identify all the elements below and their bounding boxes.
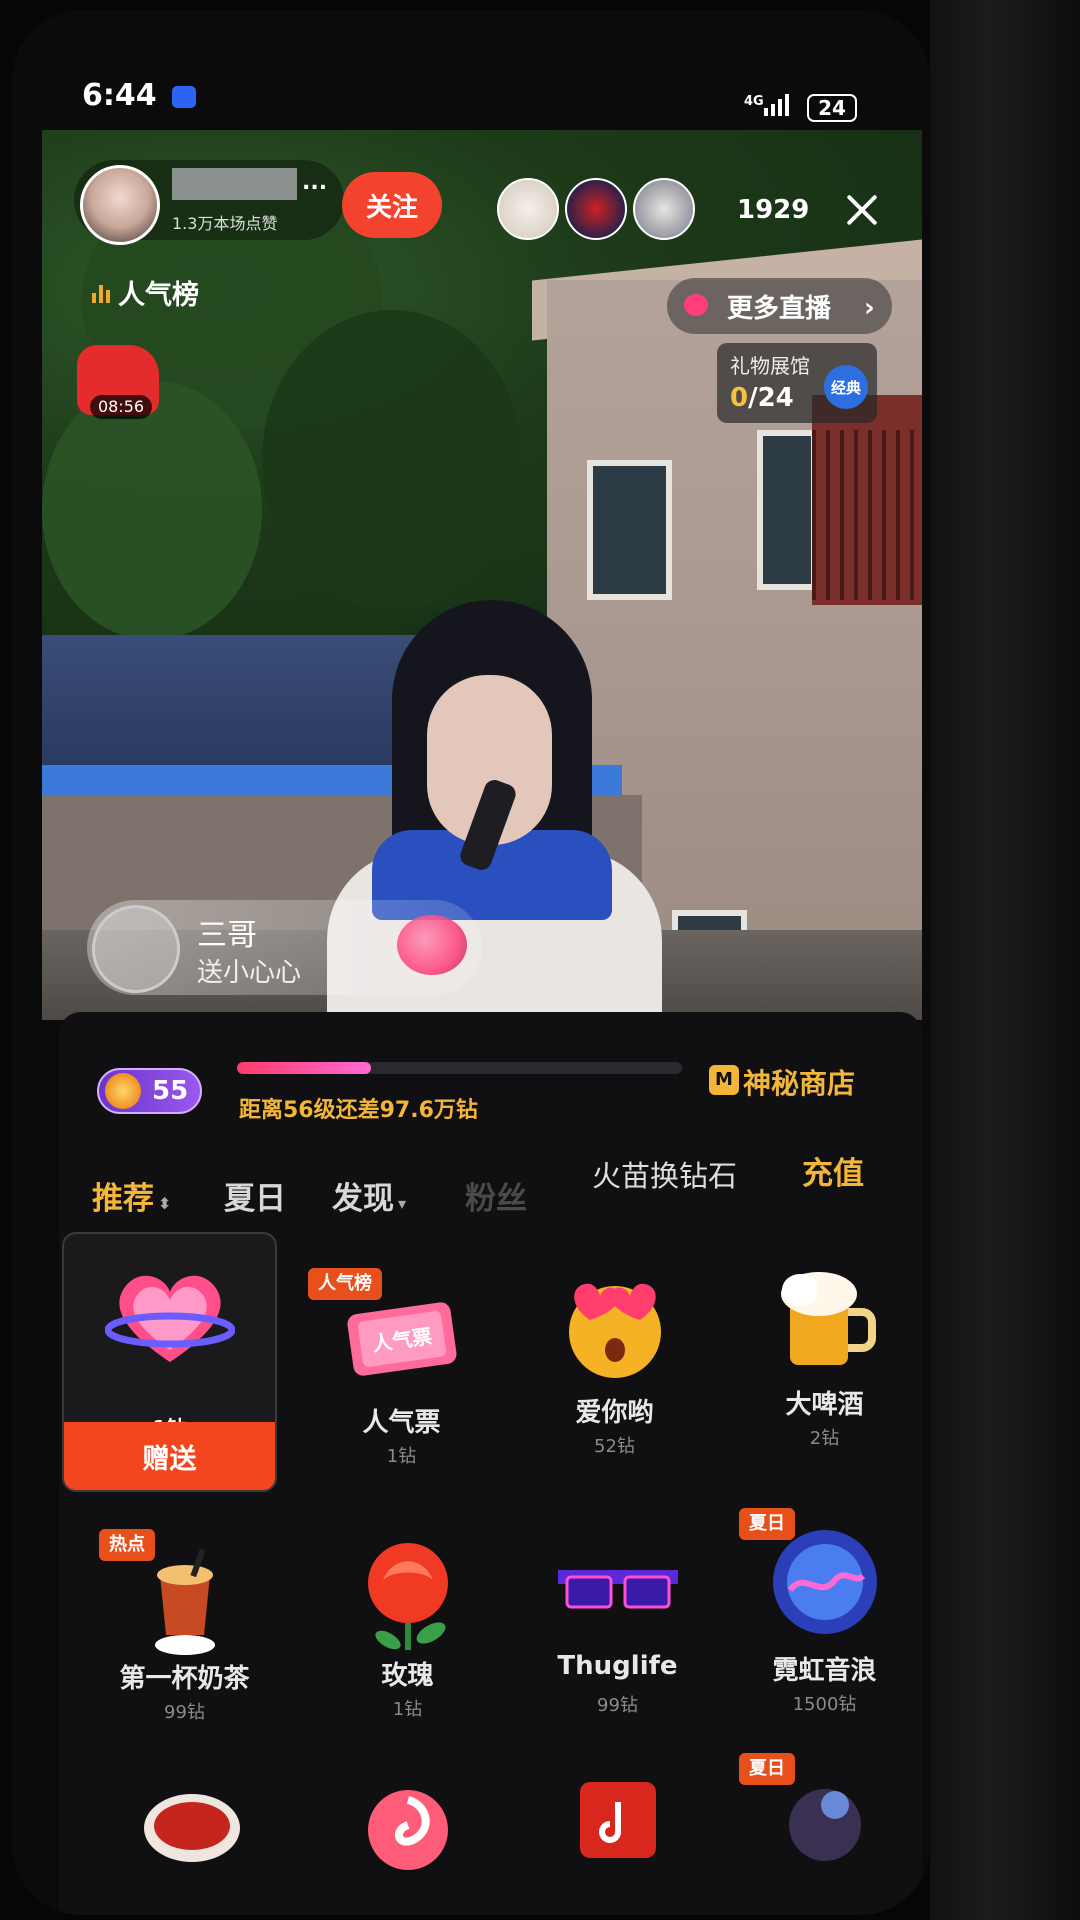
level-progress-fill	[237, 1062, 371, 1074]
gift-price: 52钻	[594, 1436, 635, 1457]
level-progress-text: 距离56级还差97.6万钻	[239, 1098, 478, 1123]
phone-screen: 6:44 4G 24 ... 1.3万本场点赞 关注 1929 人气榜 更多直播…	[12, 10, 930, 1915]
building-window	[587, 460, 672, 600]
gift-item[interactable]: 爱你哟 52钻	[507, 1232, 722, 1492]
level-medal-icon	[105, 1073, 141, 1109]
gift-name: 人气票	[362, 1408, 441, 1438]
rose-icon	[367, 1543, 448, 1650]
gift-item[interactable]: Thuglife 99钻	[510, 1525, 725, 1785]
building-window	[757, 430, 817, 590]
gift-name: 爱你哟	[575, 1398, 654, 1428]
heart-icon	[684, 294, 708, 316]
gift-sender-name: 三哥	[197, 918, 257, 953]
small-heart-gift-icon	[397, 915, 467, 975]
status-time: 6:44	[82, 78, 157, 113]
gift-price: 99钻	[597, 1695, 638, 1716]
bar-chart-icon	[92, 283, 110, 303]
gift-name: 第一杯奶茶	[119, 1664, 250, 1694]
live-video[interactable]	[42, 130, 922, 1020]
gift-item[interactable]: 夏日	[717, 1745, 930, 1895]
gift-item[interactable]: 玫瑰 1钻	[300, 1525, 515, 1785]
gift-item[interactable]	[510, 1780, 725, 1900]
tab-discover[interactable]: 发现 ▾	[332, 1173, 406, 1218]
gift-price: 2钻	[809, 1428, 840, 1449]
gift-hall-progress: 0/24	[730, 383, 794, 413]
gift-item[interactable]: 夏日 霓虹音浪 1500钻	[717, 1500, 930, 1760]
gift-name: 玫瑰	[381, 1661, 434, 1691]
recharge-button[interactable]: 充值	[802, 1148, 864, 1193]
sort-icon: ⬍	[158, 1194, 172, 1213]
more-live-label: 更多直播	[727, 293, 832, 324]
douyin-card-icon	[579, 1782, 656, 1858]
gift-price: 1钻	[386, 1446, 417, 1467]
flower-bouquet-icon	[143, 1794, 240, 1862]
beer-mug-icon	[780, 1272, 876, 1365]
signal-icon	[764, 92, 794, 116]
exchange-diamonds-button[interactable]: 火苗换钻石	[592, 1153, 737, 1195]
anchor-likes: 1.3万本场点赞	[172, 214, 278, 233]
viewer-avatar[interactable]	[633, 178, 695, 240]
popularity-ticket-icon: 人气票	[346, 1302, 457, 1376]
gift-item[interactable]: 热点 第一杯奶茶 99钻	[77, 1525, 292, 1785]
background-edge	[930, 0, 1080, 1920]
gift-sender-avatar	[92, 905, 180, 993]
milk-tea-icon	[154, 1548, 215, 1655]
gift-hall-title: 礼物展馆	[730, 354, 810, 378]
send-gift-button[interactable]: 赠送	[64, 1422, 275, 1490]
gift-item[interactable]	[300, 1780, 515, 1900]
battery-icon: 24	[807, 94, 857, 122]
gift-price: 1钻	[392, 1699, 423, 1720]
gift-name: 霓虹音浪	[772, 1656, 877, 1686]
classic-badge: 经典	[824, 365, 868, 409]
red-packet-timer: 08:56	[90, 395, 152, 419]
gift-item[interactable]	[84, 1780, 299, 1900]
gift-price: 99钻	[164, 1702, 205, 1723]
mystery-shop-icon[interactable]: M	[709, 1065, 739, 1095]
follow-button[interactable]: 关注	[342, 172, 442, 238]
viewer-count[interactable]: 1929	[737, 195, 809, 225]
candy-icon	[367, 1790, 448, 1870]
anchor-name-suffix: ...	[302, 170, 328, 195]
love-face-icon	[568, 1283, 661, 1378]
heart-planet-icon	[104, 1275, 235, 1362]
gift-item[interactable]: 1钻 赠送	[62, 1232, 277, 1492]
chevron-right-icon: ›	[864, 293, 875, 323]
message-notification-icon	[172, 86, 196, 108]
viewer-avatar[interactable]	[497, 178, 559, 240]
viewer-avatar[interactable]	[565, 178, 627, 240]
status-bar: 6:44 4G 24	[12, 10, 930, 130]
tab-recommend[interactable]: 推荐 ⬍	[92, 1173, 171, 1218]
dropdown-icon: ▾	[398, 1194, 407, 1213]
anchor-name-redacted	[172, 168, 297, 200]
gift-item[interactable]: 人气榜 人气票 人气票 1钻	[294, 1232, 509, 1492]
anchor-avatar[interactable]	[80, 165, 160, 245]
gift-name: Thuglife	[557, 1651, 678, 1681]
mystery-shop-button[interactable]: 神秘商店	[743, 1062, 855, 1102]
tab-summer[interactable]: 夏日	[224, 1173, 286, 1218]
neon-wave-icon	[772, 1530, 877, 1634]
popularity-rank-button[interactable]: 人气榜	[92, 273, 199, 312]
summer-figure-icon	[788, 1789, 861, 1861]
close-icon[interactable]	[842, 190, 882, 230]
user-level: 55	[152, 1076, 189, 1106]
sunglasses-icon	[557, 1570, 678, 1609]
gift-name: 大啤酒	[785, 1390, 864, 1420]
network-type: 4G	[744, 94, 764, 109]
rank-label: 人气榜	[118, 280, 199, 311]
gift-action-text: 送小心心	[197, 958, 302, 988]
gift-item[interactable]: 大啤酒 2钻	[717, 1232, 930, 1492]
tab-fans[interactable]: 粉丝	[465, 1173, 527, 1218]
gift-price: 1500钻	[792, 1694, 857, 1715]
